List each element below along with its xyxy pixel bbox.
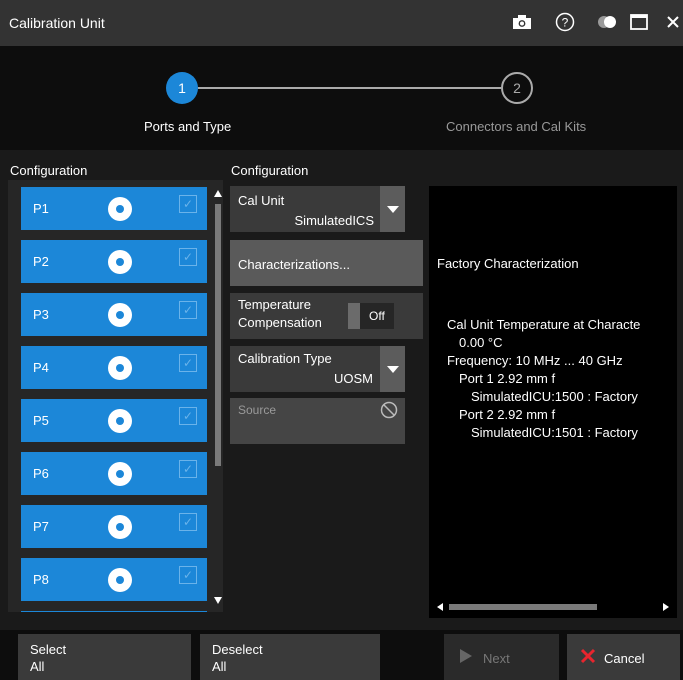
- source-label: Source: [238, 403, 277, 417]
- play-icon: [460, 649, 472, 668]
- calibration-type-value: UOSM: [334, 371, 373, 386]
- cal-unit-label: Cal Unit: [238, 193, 285, 208]
- port-row-p1[interactable]: P1 ✓: [21, 187, 207, 230]
- port-row-p4[interactable]: P4 ✓: [21, 346, 207, 389]
- characterization-info-panel: Factory Characterization Cal Unit Temper…: [429, 186, 677, 618]
- port-list-scrollbar[interactable]: [213, 188, 223, 606]
- info-line: 0.00 °C: [459, 335, 503, 350]
- port-connector-icon: [108, 515, 132, 539]
- select-all-button[interactable]: Select All: [18, 634, 191, 680]
- wizard-steps: 1 2 Ports and Type Connectors and Cal Ki…: [0, 46, 683, 150]
- info-line: SimulatedICU:1501 : Factory: [471, 425, 638, 440]
- port-row-partial: [21, 611, 207, 612]
- middle-section-title: Configuration: [231, 163, 309, 178]
- no-entry-icon: [380, 401, 398, 424]
- next-label: Next: [483, 651, 510, 666]
- info-line: Factory Characterization: [437, 256, 579, 271]
- close-icon[interactable]: [664, 10, 682, 34]
- check-icon[interactable]: ✓: [179, 513, 197, 531]
- step-1-label: Ports and Type: [144, 119, 232, 134]
- toggle-icon[interactable]: [595, 10, 619, 34]
- port-label: P5: [33, 413, 49, 428]
- temperature-compensation-control: Temperature Compensation Off: [230, 293, 423, 339]
- port-label: P4: [33, 360, 49, 375]
- cal-unit-value: SimulatedICS: [294, 213, 374, 228]
- check-icon[interactable]: ✓: [179, 460, 197, 478]
- port-label: P6: [33, 466, 49, 481]
- temperature-label-line1: Temperature: [238, 297, 311, 312]
- title-bar: Calibration Unit ?: [0, 0, 683, 46]
- deselect-all-line1: Deselect: [212, 642, 263, 657]
- port-label: P3: [33, 307, 49, 322]
- check-icon[interactable]: ✓: [179, 301, 197, 319]
- characterizations-label: Characterizations...: [238, 257, 350, 272]
- port-row-p3[interactable]: P3 ✓: [21, 293, 207, 336]
- port-row-p5[interactable]: P5 ✓: [21, 399, 207, 442]
- close-icon: [580, 648, 596, 669]
- cancel-button[interactable]: Cancel: [567, 634, 680, 680]
- window-title: Calibration Unit: [9, 15, 105, 31]
- port-row-p2[interactable]: P2 ✓: [21, 240, 207, 283]
- port-row-p8[interactable]: P8 ✓: [21, 558, 207, 601]
- maximize-icon[interactable]: [628, 10, 650, 34]
- characterizations-button[interactable]: Characterizations...: [230, 240, 423, 286]
- port-connector-icon: [108, 568, 132, 592]
- select-all-line1: Select: [30, 642, 67, 657]
- step-2-indicator[interactable]: 2: [501, 72, 533, 104]
- next-button[interactable]: Next: [444, 634, 559, 680]
- port-connector-icon: [108, 303, 132, 327]
- camera-icon[interactable]: [511, 10, 533, 34]
- info-line: Frequency: 10 MHz ... 40 GHz: [447, 353, 623, 368]
- deselect-all-button[interactable]: Deselect All: [200, 634, 380, 680]
- info-line: SimulatedICU:1500 : Factory: [471, 389, 638, 404]
- cancel-label: Cancel: [604, 651, 645, 666]
- info-line: Port 1 2.92 mm f: [459, 371, 556, 386]
- deselect-all-line2: All: [212, 659, 227, 674]
- help-icon[interactable]: ?: [553, 10, 577, 34]
- svg-text:?: ?: [562, 16, 569, 30]
- check-icon[interactable]: ✓: [179, 248, 197, 266]
- left-section-title: Configuration: [10, 163, 88, 178]
- port-connector-icon: [108, 197, 132, 221]
- info-line: Cal Unit Temperature at Characte: [447, 317, 641, 332]
- port-connector-icon: [108, 356, 132, 380]
- port-label: P1: [33, 201, 49, 216]
- port-connector-icon: [108, 409, 132, 433]
- port-connector-icon: [108, 462, 132, 486]
- select-all-line2: All: [30, 659, 45, 674]
- info-panel-scrollbar[interactable]: [435, 600, 671, 612]
- toggle-state: Off: [369, 309, 385, 323]
- port-row-p6[interactable]: P6 ✓: [21, 452, 207, 495]
- step-1-indicator[interactable]: 1: [166, 72, 198, 104]
- bottom-bar: Select All Deselect All Next Cancel: [0, 630, 683, 680]
- check-icon[interactable]: ✓: [179, 566, 197, 584]
- calibration-type-label: Calibration Type: [238, 351, 332, 366]
- port-label: P8: [33, 572, 49, 587]
- calibration-type-dropdown[interactable]: Calibration Type UOSM: [230, 346, 405, 392]
- cal-unit-dropdown[interactable]: Cal Unit SimulatedICS: [230, 186, 405, 232]
- port-label: P7: [33, 519, 49, 534]
- chevron-down-icon[interactable]: [380, 186, 405, 232]
- check-icon[interactable]: ✓: [179, 407, 197, 425]
- check-icon[interactable]: ✓: [179, 354, 197, 372]
- port-label: P2: [33, 254, 49, 269]
- toggle-knob: [348, 303, 360, 329]
- port-connector-icon: [108, 250, 132, 274]
- check-icon[interactable]: ✓: [179, 195, 197, 213]
- temperature-label-line2: Compensation: [238, 315, 322, 330]
- info-line: Port 2 2.92 mm f: [459, 407, 556, 422]
- port-list[interactable]: P1 ✓ P2 ✓ P3 ✓ P4 ✓ P5 ✓ P6 ✓ P7 ✓ P8 ✓: [8, 180, 223, 612]
- temperature-toggle[interactable]: Off: [348, 303, 394, 329]
- port-row-p7[interactable]: P7 ✓: [21, 505, 207, 548]
- source-field: Source: [230, 398, 405, 444]
- step-connector: [198, 87, 501, 89]
- step-2-label: Connectors and Cal Kits: [446, 119, 587, 134]
- chevron-down-icon[interactable]: [380, 346, 405, 392]
